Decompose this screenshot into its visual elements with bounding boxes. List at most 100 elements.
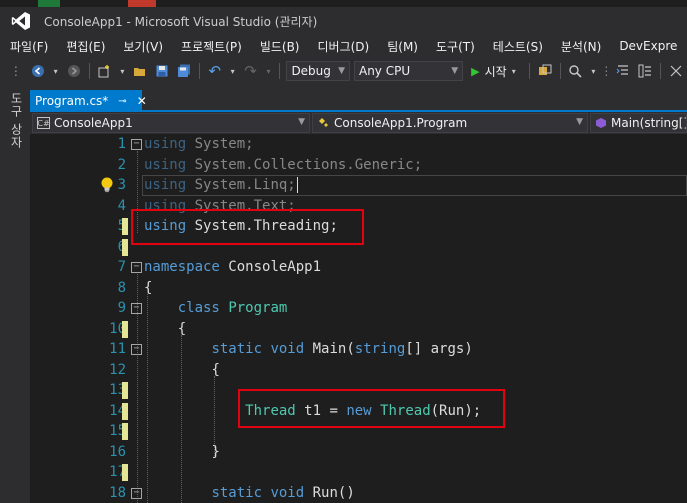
menu-build[interactable]: 빌드(B) — [250, 38, 308, 55]
menu-tools[interactable]: 도구(T) — [426, 38, 483, 55]
open-file-icon[interactable] — [132, 63, 148, 79]
menu-view[interactable]: 보기(V) — [113, 38, 171, 55]
toolbar-grip-icon: ⋮ — [600, 64, 613, 78]
line-number: 15 — [109, 423, 126, 439]
line-number: 16 — [109, 443, 126, 460]
toolbar-separator — [279, 63, 281, 79]
line-number: 1 — [117, 136, 126, 152]
code-text: { — [144, 279, 153, 296]
member-dropdown[interactable]: Main(string[] a — [590, 113, 687, 133]
document-tab-strip: Program.cs* ⊸ ✕ — [30, 90, 687, 112]
save-icon[interactable] — [154, 63, 170, 79]
taskbar-app-icon-red[interactable] — [128, 0, 156, 7]
code-text: static void Main(string[] args) — [211, 341, 473, 357]
pin-icon[interactable]: ⊸ — [118, 96, 126, 107]
line-number: 7 — [117, 259, 126, 275]
window-title: ConsoleApp1 - Microsoft Visual Studio (관… — [44, 14, 318, 29]
comment-lines-icon[interactable] — [615, 63, 631, 79]
code-text: } — [211, 443, 220, 460]
code-line: 16 } — [30, 442, 687, 463]
toolbar-separator — [88, 63, 90, 79]
standard-toolbar: ⋮ ▾ ▾ ↶ ▾ ↷ ▾ Debug ▼ Any CPU ▼ ▶ 시작 ▾ ▾ ⋮ — [0, 58, 687, 84]
code-line: 10 { — [30, 319, 687, 340]
start-label: 시작 — [484, 64, 507, 79]
code-line: 12 { — [30, 360, 687, 381]
collapse-icon[interactable]: − — [131, 139, 142, 150]
solution-platform-select[interactable]: Any CPU ▼ — [353, 61, 464, 81]
start-debugging-button[interactable]: ▶ 시작 ▾ — [471, 63, 521, 80]
solution-configuration-select[interactable]: Debug ▼ — [286, 61, 350, 81]
change-marker — [122, 402, 128, 420]
menu-debug[interactable]: 디버그(D) — [308, 38, 378, 55]
csharp-project-icon: C# — [37, 117, 50, 129]
menu-bar: 파일(F) 편집(E) 보기(V) 프로젝트(P) 빌드(B) 디버그(D) 팀… — [0, 35, 687, 57]
menu-devexpress[interactable]: DevExpre — [609, 39, 685, 53]
code-editor[interactable]: 1 − using System; 2 using System.Collect… — [30, 134, 687, 503]
project-dropdown-value: ConsoleApp1 — [54, 116, 133, 130]
line-number: 17 — [109, 464, 126, 480]
code-text: using System.Linq; — [144, 177, 298, 193]
collapse-icon[interactable]: − — [131, 303, 142, 314]
code-text: class Program — [177, 300, 288, 316]
class-dropdown[interactable]: ConsoleApp1.Program ▼ — [312, 113, 588, 133]
menu-team[interactable]: 팀(M) — [377, 38, 426, 55]
line-number: 2 — [117, 156, 126, 173]
back-dropdown-icon[interactable]: ▾ — [52, 63, 60, 79]
code-line: 11 − static void Main(string[] args) — [30, 339, 687, 360]
bookmark-icon[interactable] — [668, 63, 684, 79]
visual-studio-logo-icon — [10, 10, 32, 32]
code-text: static void Run() — [211, 484, 355, 501]
new-project-icon[interactable] — [97, 63, 113, 79]
tab-program-cs[interactable]: Program.cs* ⊸ ✕ — [30, 90, 147, 112]
undo-icon[interactable]: ↶ — [207, 62, 223, 80]
lightbulb-icon[interactable] — [98, 176, 116, 194]
project-dropdown[interactable]: C# ConsoleApp1 ▼ — [32, 113, 310, 133]
uncomment-lines-icon[interactable] — [637, 63, 653, 79]
save-all-icon[interactable] — [176, 63, 192, 79]
play-icon: ▶ — [471, 64, 480, 78]
menu-edit[interactable]: 편집(E) — [56, 38, 113, 55]
code-text: { — [211, 361, 220, 378]
redo-dropdown-icon[interactable]: ▾ — [265, 63, 273, 79]
collapse-icon[interactable]: − — [131, 487, 142, 499]
toolbar-grip-icon: ⋮ — [9, 64, 22, 78]
toolbar-separator — [198, 63, 200, 79]
code-line: 17 — [30, 462, 687, 483]
navigate-back-icon[interactable] — [30, 63, 46, 79]
code-text: using System.Collections.Generic; — [144, 156, 423, 173]
member-dropdown-value: Main(string[] a — [611, 116, 687, 130]
chevron-down-icon: ▼ — [298, 117, 305, 127]
code-line: 18 − static void Run() — [30, 483, 687, 503]
change-marker — [122, 218, 128, 235]
redo-icon[interactable]: ↷ — [243, 62, 259, 80]
code-line: 9 − class Program — [30, 298, 687, 319]
navigate-forward-icon[interactable] — [66, 63, 82, 79]
solution-configuration-value: Debug — [291, 64, 331, 78]
menu-file[interactable]: 파일(F) — [0, 38, 56, 55]
change-marker — [122, 423, 128, 440]
code-line: 8 { — [30, 278, 687, 299]
toolbox-side-tab[interactable]: 도구 상자 — [0, 86, 30, 503]
find-in-files-icon[interactable] — [568, 63, 584, 79]
code-line: 3 using System.Linq; — [30, 175, 687, 196]
toolbar-separator — [660, 63, 662, 79]
method-icon — [595, 117, 607, 129]
navigation-bar: C# ConsoleApp1 ▼ ConsoleApp1.Program ▼ M… — [30, 113, 687, 133]
new-dropdown-icon[interactable]: ▾ — [118, 63, 126, 79]
browser-link-icon[interactable] — [537, 63, 553, 79]
menu-project[interactable]: 프로젝트(P) — [171, 38, 250, 55]
collapse-icon[interactable]: − — [131, 344, 142, 355]
title-bar: ConsoleApp1 - Microsoft Visual Studio (관… — [0, 7, 687, 35]
chevron-down-icon: ▼ — [576, 117, 583, 127]
menu-analyze[interactable]: 분석(N) — [551, 38, 609, 55]
toolbox-label: 도구 상자 — [9, 92, 23, 149]
undo-dropdown-icon[interactable]: ▾ — [229, 63, 237, 79]
menu-test[interactable]: 테스트(S) — [483, 38, 551, 55]
find-dropdown-icon[interactable]: ▾ — [589, 63, 597, 79]
collapse-icon[interactable]: − — [131, 262, 142, 273]
taskbar-app-icon-green[interactable] — [38, 0, 60, 7]
close-icon[interactable]: ✕ — [137, 94, 147, 108]
taskbar-strip — [0, 0, 687, 7]
line-number: 5 — [70, 216, 126, 237]
start-dropdown-icon[interactable]: ▾ — [510, 63, 518, 79]
